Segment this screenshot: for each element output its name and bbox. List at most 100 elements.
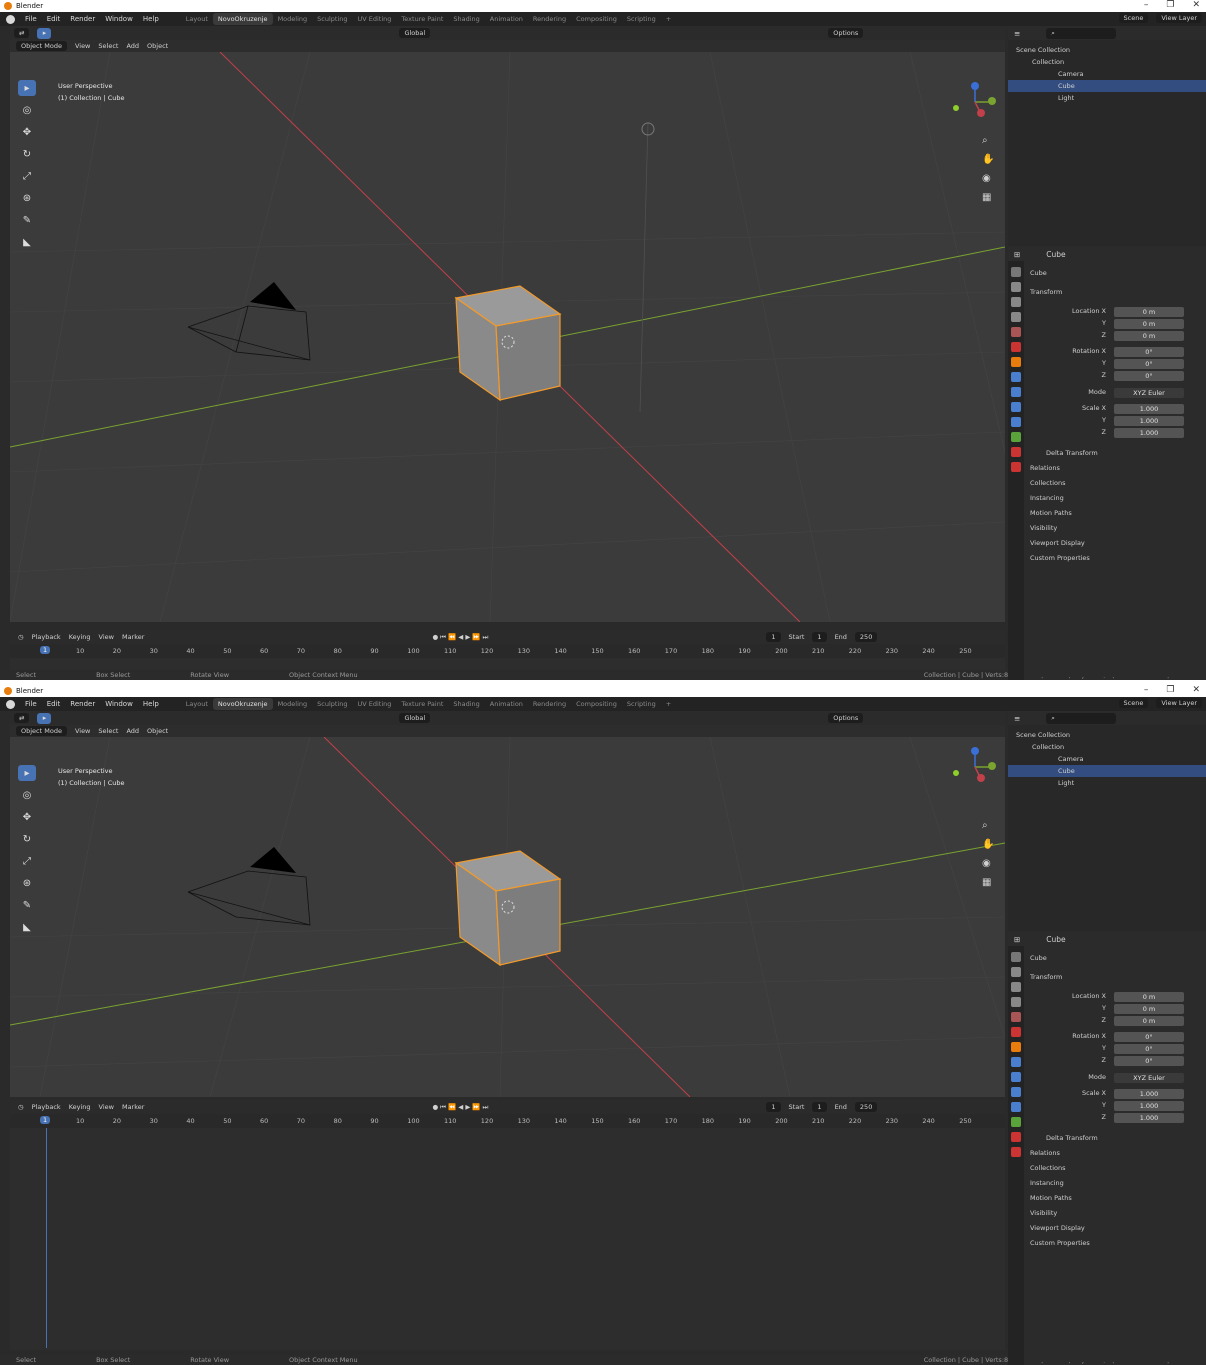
rotation-z-field[interactable]: 0° [1114,371,1184,381]
camera-view-icon[interactable]: ◉ [982,858,994,869]
start-field[interactable]: 1 [812,632,827,642]
data-block-name[interactable]: Cube [1030,269,1047,277]
menu-edit[interactable]: Edit [47,15,61,23]
menu-render[interactable]: Render [70,15,95,23]
tab-rendering[interactable]: Rendering [528,13,571,25]
tab-animation[interactable]: Animation [485,698,528,710]
timeline-menu-view[interactable]: View [99,633,114,641]
outliner-item-cube[interactable]: Cube [1008,80,1206,92]
rotate-tool-icon[interactable]: ↻ [18,831,36,847]
viewport-menu-select[interactable]: Select [98,727,118,735]
panel-custom-properties[interactable]: Custom Properties [1030,1239,1090,1247]
minimize-icon[interactable]: – [1144,685,1149,695]
view-layer-selector[interactable]: View Layer [1156,13,1202,23]
panel-delta-transform[interactable]: Delta Transform [1046,449,1098,457]
menu-help[interactable]: Help [143,15,159,23]
timeline-editor-icon[interactable]: ◷ [18,633,24,641]
select-tool-icon[interactable]: ▸ [18,80,36,96]
viewport-menu-object[interactable]: Object [147,42,168,50]
navigation-gizmo[interactable] [953,82,996,117]
panel-collections[interactable]: Collections [1030,1164,1066,1172]
close-icon[interactable]: ✕ [1192,685,1200,695]
view-layer-tab-icon[interactable] [1011,997,1021,1007]
cube-object[interactable] [454,285,562,402]
viewport-menu-object[interactable]: Object [147,727,168,735]
editor-type-icon[interactable]: ⇄ [14,713,30,723]
panel-collections[interactable]: Collections [1030,479,1066,487]
viewport-menu-add[interactable]: Add [126,42,139,50]
cursor-tool-icon[interactable]: ◎ [18,787,36,803]
panel-motion-paths[interactable]: Motion Paths [1030,1194,1072,1202]
scale-x-field[interactable]: 1.000 [1114,1089,1184,1099]
texture-tab-icon[interactable] [1011,1147,1021,1157]
viewport-menu-add[interactable]: Add [126,727,139,735]
end-field[interactable]: 250 [854,632,878,642]
tab-shading[interactable]: Shading [448,698,484,710]
playhead-frame[interactable]: 1 [40,1116,51,1124]
3d-viewport[interactable] [10,52,1005,622]
frame-ruler[interactable]: 1 10 20 30 40 50 60 70 80 90 100 110 120 130 140 150 16… [10,644,1005,658]
frame-ruler[interactable]: 1 10 20 30 40 50 60 70 80 90 100 110 120 130 140 150 16… [10,1114,1005,1128]
cube-object[interactable] [454,850,562,967]
rotation-mode-dropdown[interactable]: XYZ Euler [1114,388,1184,398]
menu-window[interactable]: Window [105,15,133,23]
tab-novookruzenje[interactable]: NovoOkruzenje [212,698,273,710]
modifier-tab-icon[interactable] [1011,372,1021,382]
data-block-name[interactable]: Cube [1030,954,1047,962]
outliner-item-camera[interactable]: Camera [1008,68,1206,80]
transform-orientation-dropdown[interactable]: Global [399,713,431,723]
scale-y-field[interactable]: 1.000 [1114,1101,1184,1111]
view-layer-tab-icon[interactable] [1011,312,1021,322]
tab-scripting[interactable]: Scripting [622,13,661,25]
scene-tab-icon[interactable] [1011,1012,1021,1022]
output-tab-icon[interactable] [1011,297,1021,307]
menu-edit[interactable]: Edit [47,700,61,708]
scale-y-field[interactable]: 1.000 [1114,416,1184,426]
outliner-scene-collection[interactable]: Scene Collection [1008,44,1206,56]
viewport-menu-view[interactable]: View [75,727,90,735]
tool-tab-icon[interactable] [1011,952,1021,962]
playhead-frame[interactable]: 1 [40,646,51,654]
start-field[interactable]: 1 [812,1102,827,1112]
current-frame-field[interactable]: 1 [766,1102,781,1112]
camera-object[interactable] [187,282,311,361]
rotation-y-field[interactable]: 0° [1114,359,1184,369]
tab-compositing[interactable]: Compositing [571,698,622,710]
rotation-x-field[interactable]: 0° [1114,1032,1184,1042]
end-field[interactable]: 250 [854,1102,878,1112]
view-layer-selector[interactable]: View Layer [1156,698,1202,708]
maximize-icon[interactable]: ❐ [1166,685,1174,695]
particles-tab-icon[interactable] [1011,1072,1021,1082]
annotate-tool-icon[interactable]: ✎ [18,212,36,228]
camera-view-icon[interactable]: ◉ [982,173,994,184]
menu-help[interactable]: Help [143,700,159,708]
measure-tool-icon[interactable]: ◣ [18,919,36,935]
render-tab-icon[interactable] [1011,967,1021,977]
menu-file[interactable]: File [25,700,37,708]
timeline-menu-playback[interactable]: Playback [32,1103,61,1111]
pan-hand-icon[interactable]: ✋ [982,839,994,850]
zoom-icon[interactable]: ⌕ [982,820,994,831]
outliner-item-camera[interactable]: Camera [1008,753,1206,765]
3d-viewport[interactable] [10,737,1005,1097]
cursor-tool-icon[interactable]: ◎ [18,102,36,118]
timeline-editor-icon[interactable]: ◷ [18,1103,24,1111]
modifier-tab-icon[interactable] [1011,1057,1021,1067]
measure-tool-icon[interactable]: ◣ [18,234,36,250]
material-tab-icon[interactable] [1011,447,1021,457]
render-tab-icon[interactable] [1011,282,1021,292]
scale-tool-icon[interactable]: ⤢ [18,853,36,869]
select-mode-icon[interactable]: ▸ [37,27,52,39]
mode-dropdown[interactable]: Object Mode [16,726,67,736]
panel-instancing[interactable]: Instancing [1030,494,1064,502]
blender-menu-icon[interactable] [6,699,15,709]
navigation-gizmo[interactable] [953,747,996,782]
playhead-line[interactable] [46,1128,47,1348]
scale-tool-icon[interactable]: ⤢ [18,168,36,184]
zoom-icon[interactable]: ⌕ [982,135,994,146]
scene-tab-icon[interactable] [1011,327,1021,337]
world-tab-icon[interactable] [1011,1027,1021,1037]
outliner-item-light[interactable]: Light [1008,92,1206,104]
physics-tab-icon[interactable] [1011,1087,1021,1097]
select-mode-icon[interactable]: ▸ [37,712,52,724]
